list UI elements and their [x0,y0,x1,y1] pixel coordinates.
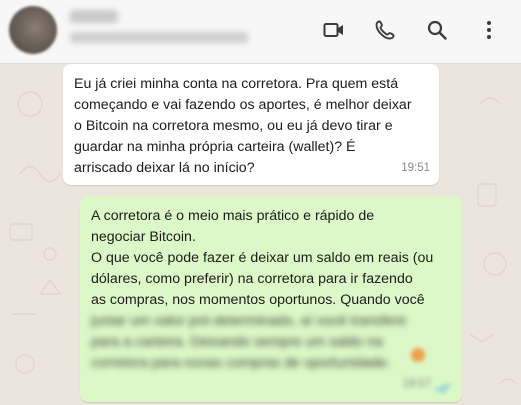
chat-header [0,0,521,64]
incoming-message[interactable]: Eu já criei minha conta na corretora. Pr… [63,64,439,185]
contact-status [70,32,248,43]
blurred-message-text: juntar um valor pré-determinado, aí você… [91,313,407,371]
chat-area[interactable]: Eu já criei minha conta na corretora. Pr… [0,64,521,405]
message-time: 19:57 [402,378,431,390]
contact-avatar[interactable] [9,6,57,54]
message-text: Eu já criei minha conta na corretora. Pr… [74,76,412,176]
phone-call-icon[interactable] [373,18,397,42]
search-icon[interactable] [425,18,449,42]
message-time: 19:51 [401,162,430,174]
video-call-icon[interactable] [322,18,346,42]
outgoing-message[interactable]: A corretora é o meio mais prático e rápi… [80,196,462,402]
contact-name[interactable] [70,10,118,23]
message-text: A corretora é o meio mais prático e rápi… [91,208,434,308]
more-options-icon[interactable] [477,18,501,42]
read-receipt-icon [435,383,451,394]
emoji-icon [411,348,425,362]
